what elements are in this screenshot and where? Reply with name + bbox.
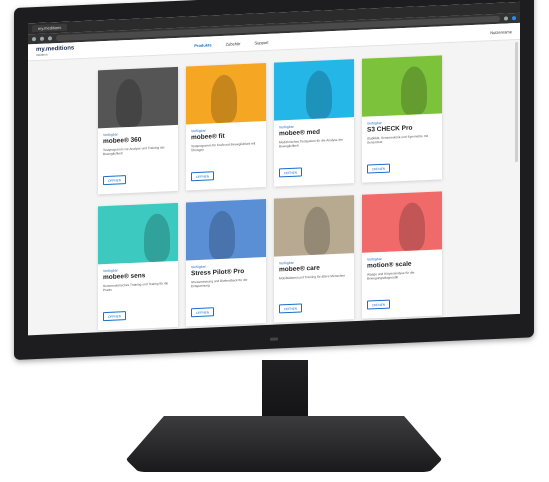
- forward-icon[interactable]: [40, 36, 44, 41]
- product-description: Stabilität, Sensomotorik und Symmetrie m…: [367, 133, 428, 145]
- product-card[interactable]: Verfügbar mobee® care Mobilitätstest und T…: [274, 195, 354, 323]
- product-description: Stressmessung und Biofeedback für die En…: [191, 277, 248, 289]
- person-figure: [306, 70, 332, 120]
- product-description: Medizinisches Testsystem für die Analyse…: [279, 137, 344, 149]
- monitor: my.meditions my.meditions medtech Produk…: [14, 0, 534, 361]
- person-figure: [211, 74, 237, 124]
- product-card[interactable]: Verfügbar mobee® 360 Testprogramm zur Anal…: [98, 66, 178, 195]
- open-button[interactable]: OFFNEN: [103, 175, 127, 186]
- nav-item-support[interactable]: Support: [254, 39, 268, 45]
- monitor-brand-badge: [270, 337, 278, 341]
- app-logo[interactable]: my.meditions medtech: [36, 45, 74, 57]
- person-figure: [144, 213, 170, 263]
- screen: my.meditions my.meditions medtech Produk…: [28, 1, 520, 336]
- person-figure: [401, 65, 427, 116]
- product-image: [362, 55, 442, 117]
- product-image: [362, 191, 442, 253]
- monitor-stand-base: [126, 416, 442, 472]
- product-image: [186, 198, 266, 261]
- product-description: Testprogramm für Kraft und Beweglichkeit…: [191, 141, 256, 153]
- product-image: [98, 66, 178, 129]
- person-figure: [399, 202, 425, 252]
- product-grid: Verfügbar mobee® 360 Testprogramm zur Anal…: [98, 55, 442, 331]
- product-card[interactable]: Verfügbar motion® scale Waage und Körperan…: [362, 191, 442, 319]
- person-figure: [116, 78, 142, 128]
- open-button[interactable]: OFFNEN: [103, 311, 127, 322]
- logo-subtext: medtech: [36, 52, 48, 58]
- monitor-stand-neck: [262, 360, 308, 418]
- open-button[interactable]: OFFNEN: [191, 171, 215, 182]
- browser-tab[interactable]: my.meditions: [32, 23, 68, 33]
- scrollbar[interactable]: [515, 41, 518, 163]
- product-description: Mobilitätstest und Training für ältere M…: [279, 273, 346, 281]
- reload-icon[interactable]: [48, 36, 52, 41]
- product-image: [98, 202, 178, 265]
- product-card[interactable]: Verfügbar mobee® fit Testprogramm für Kraf…: [186, 62, 266, 191]
- profile-icon[interactable]: [512, 16, 516, 21]
- product-description: Sensomotorisches Training und Testing fü…: [103, 281, 169, 293]
- nav-item-produkte[interactable]: Produkte: [194, 42, 211, 48]
- user-menu[interactable]: Nutzername: [490, 29, 512, 35]
- open-button[interactable]: OFFNEN: [279, 167, 303, 178]
- main-nav: Produkte Zubehör Support: [194, 39, 268, 47]
- product-image: [274, 195, 354, 257]
- person-figure: [209, 210, 235, 260]
- product-description: Waage und Körperanalyse für die Bewegung…: [367, 270, 415, 281]
- product-card[interactable]: Verfügbar S3 CHECK Pro Stabilität, Sensomo…: [362, 55, 442, 183]
- open-button[interactable]: OFFNEN: [191, 307, 215, 318]
- nav-item-zubehor[interactable]: Zubehör: [226, 41, 241, 47]
- product-card[interactable]: Verfügbar mobee® med Medizinisches Testsys…: [274, 59, 354, 187]
- product-image: [274, 59, 354, 121]
- product-description: Testprogramm zur Analyse und Training de…: [103, 145, 165, 157]
- extensions-icon[interactable]: [504, 16, 508, 21]
- open-button[interactable]: OFFNEN: [367, 163, 391, 174]
- open-button[interactable]: OFFNEN: [367, 299, 391, 310]
- person-figure: [304, 206, 330, 256]
- open-button[interactable]: OFFNEN: [279, 303, 303, 314]
- back-icon[interactable]: [32, 37, 36, 42]
- product-card[interactable]: Verfügbar mobee® sens Sensomotorisches Tra…: [98, 202, 178, 331]
- product-image: [186, 62, 266, 125]
- product-card[interactable]: Verfügbar Stress Pilot® Pro Stressmessung …: [186, 198, 266, 327]
